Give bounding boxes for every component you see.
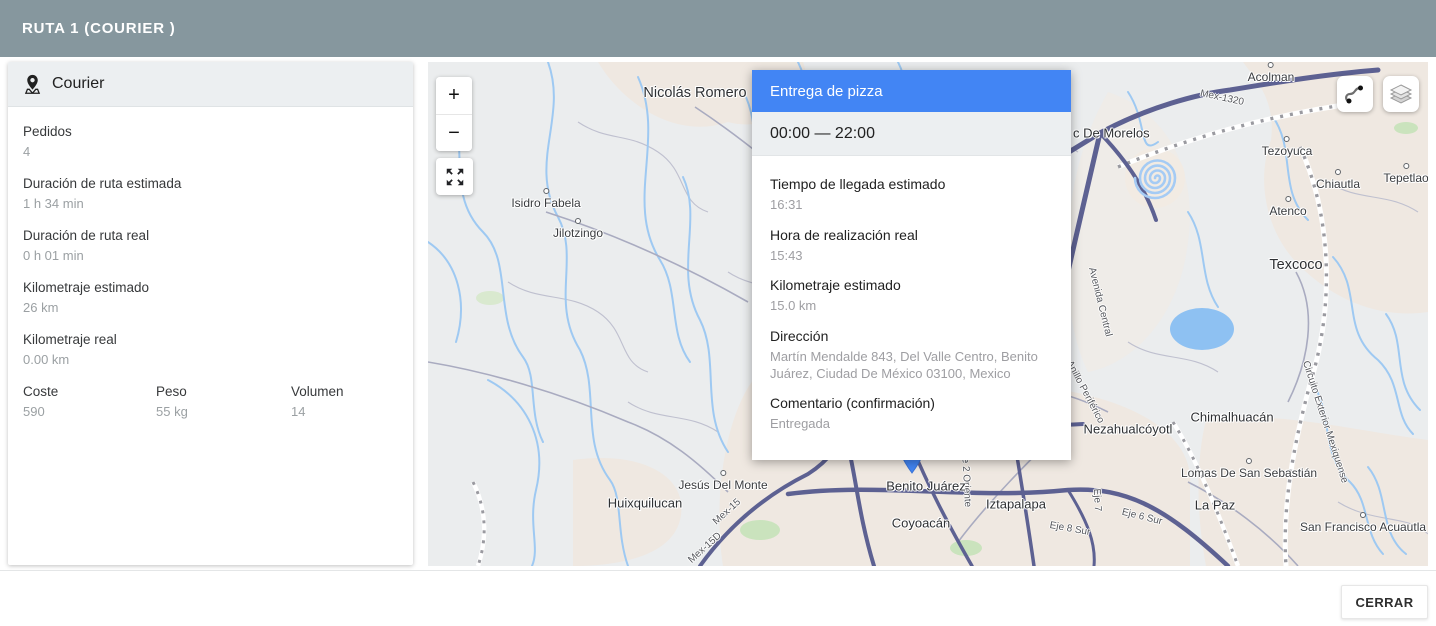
courier-panel-body: Pedidos 4 Duración de ruta estimada 1 h … [8, 107, 413, 419]
fullscreen-button[interactable] [436, 158, 473, 195]
close-button[interactable]: CERRAR [1341, 585, 1428, 619]
map-place-label: Tezoyuca [1262, 144, 1313, 158]
stat-value: 590 [23, 404, 156, 419]
route-toggle-button[interactable] [1337, 76, 1373, 112]
field-label: Kilometraje estimado [770, 277, 1053, 293]
zoom-control: + − [436, 77, 472, 151]
stat-kilometraje-real: Kilometraje real 0.00 km [23, 332, 398, 367]
map-place-label: San Francisco Acuautla [1300, 520, 1426, 534]
field-value: 15:43 [770, 248, 1053, 265]
stat-label: Duración de ruta estimada [23, 176, 398, 191]
footer-divider [0, 570, 1436, 571]
stat-peso: Peso 55 kg [156, 384, 291, 419]
stat-columns: Coste 590 Peso 55 kg Volumen 14 [23, 384, 398, 419]
stat-pedidos: Pedidos 4 [23, 124, 398, 159]
courier-panel: Courier Pedidos 4 Duración de ruta estim… [8, 62, 413, 565]
stat-label: Volumen [291, 384, 398, 399]
page-title: RUTA 1 (COURIER ) [22, 20, 176, 37]
stat-coste: Coste 590 [23, 384, 156, 419]
field-value: Martín Mendalde 843, Del Valle Centro, B… [770, 349, 1053, 382]
layers-button[interactable] [1383, 76, 1419, 112]
popup-header[interactable]: Entrega de pizza [752, 70, 1071, 112]
field-value: 15.0 km [770, 298, 1053, 315]
map-place-label: Texcoco [1269, 257, 1322, 273]
zoom-out-button[interactable]: − [436, 114, 472, 151]
map-road-label: Eje 7 [1091, 488, 1103, 511]
stat-value: 4 [23, 144, 398, 159]
map-place-label: La Paz [1195, 498, 1235, 513]
courier-pin-icon [22, 74, 43, 95]
stat-value: 1 h 34 min [23, 196, 398, 211]
popup-field-km: Kilometraje estimado 15.0 km [770, 277, 1053, 315]
field-label: Tiempo de llegada estimado [770, 176, 1053, 192]
popup-time-window: 00:00 — 22:00 [752, 112, 1071, 156]
map-place-label: Nicolás Romero [643, 85, 746, 101]
map-place-label: Chimalhuacán [1190, 410, 1273, 425]
stat-duracion-estimada: Duración de ruta estimada 1 h 34 min [23, 176, 398, 211]
map-place-label: Chiautla [1316, 177, 1360, 191]
zoom-in-button[interactable]: + [436, 77, 472, 114]
stat-value: 0.00 km [23, 352, 398, 367]
stat-value: 26 km [23, 300, 398, 315]
popup-field-real-time: Hora de realización real 15:43 [770, 227, 1053, 265]
map-place-label: Jesús Del Monte [678, 478, 767, 492]
map-place-label: Tepetlao [1383, 171, 1428, 185]
stat-label: Kilometraje estimado [23, 280, 398, 295]
map-place-label: Lomas De San Sebastián [1181, 466, 1317, 480]
map-place-label: Isidro Fabela [511, 196, 580, 210]
stat-value: 55 kg [156, 404, 291, 419]
stat-duracion-real: Duración de ruta real 0 h 01 min [23, 228, 398, 263]
order-popup: Entrega de pizza 00:00 — 22:00 Tiempo de… [752, 70, 1071, 460]
map-place-label: c De Morelos [1073, 126, 1150, 141]
field-label: Comentario (confirmación) [770, 395, 1053, 411]
map-place-label: Coyoacán [892, 516, 951, 531]
stat-label: Peso [156, 384, 291, 399]
map-place-label: Benito Juárez [886, 479, 966, 494]
fullscreen-icon [444, 166, 466, 188]
stat-value: 14 [291, 404, 398, 419]
layers-icon [1388, 81, 1414, 107]
app-header: RUTA 1 (COURIER ) [0, 0, 1436, 57]
courier-panel-header: Courier [8, 62, 413, 107]
popup-title: Entrega de pizza [770, 83, 883, 100]
stat-label: Coste [23, 384, 156, 399]
popup-field-eta: Tiempo de llegada estimado 16:31 [770, 176, 1053, 214]
stat-label: Duración de ruta real [23, 228, 398, 243]
map-place-label: Jilotzingo [553, 226, 603, 240]
field-value: Entregada [770, 416, 1053, 433]
map-place-label: Iztapalapa [986, 497, 1046, 512]
route-icon [1343, 82, 1367, 106]
panel-title: Courier [52, 75, 104, 93]
map-canvas[interactable]: Nicolás Romero Isidro Fabela Jilotzingo … [428, 62, 1428, 566]
field-label: Hora de realización real [770, 227, 1053, 243]
popup-field-comment: Comentario (confirmación) Entregada [770, 395, 1053, 433]
map-place-label: Acolman [1248, 70, 1295, 84]
stat-label: Kilometraje real [23, 332, 398, 347]
popup-body: Tiempo de llegada estimado 16:31 Hora de… [752, 156, 1071, 460]
stat-label: Pedidos [23, 124, 398, 139]
field-value: 16:31 [770, 197, 1053, 214]
stat-volumen: Volumen 14 [291, 384, 398, 419]
popup-field-address: Dirección Martín Mendalde 843, Del Valle… [770, 328, 1053, 382]
screen: RUTA 1 (COURIER ) Courier Pedidos 4 Dura… [0, 0, 1436, 626]
field-label: Dirección [770, 328, 1053, 344]
stat-value: 0 h 01 min [23, 248, 398, 263]
time-window-text: 00:00 — 22:00 [770, 125, 875, 143]
map-place-label: Nezahualcóyotl [1084, 422, 1173, 437]
map-place-label: Atenco [1269, 204, 1306, 218]
stat-kilometraje-estimado: Kilometraje estimado 26 km [23, 280, 398, 315]
map-place-label: Huixquilucan [608, 496, 682, 511]
